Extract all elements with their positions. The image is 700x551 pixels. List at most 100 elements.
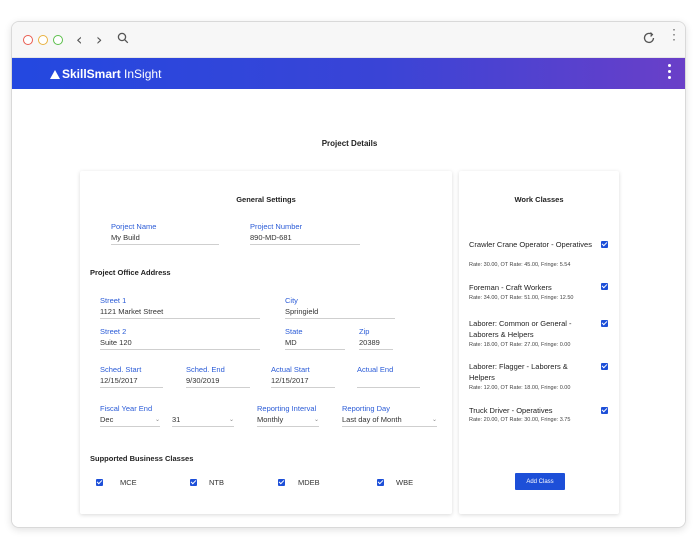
- zip-field[interactable]: Zip 20389: [359, 327, 393, 350]
- project-number-input[interactable]: 890-MD-681: [250, 232, 360, 245]
- app-menu-icon[interactable]: [668, 64, 672, 82]
- fiscal-month-value: Dec: [100, 415, 114, 424]
- app-logo[interactable]: SkillSmart InSight: [50, 67, 161, 81]
- actual-end-label: Actual End: [357, 365, 394, 374]
- wbe-label: WBE: [396, 478, 414, 487]
- sched-start-input[interactable]: 12/15/2017: [100, 375, 163, 388]
- reporting-day-select[interactable]: Last day of Month ⌄: [342, 414, 437, 427]
- chevron-down-icon: ⌄: [154, 416, 160, 423]
- browser-window: ‹ › ⋮ SkillSmart InSight Project Details…: [11, 21, 686, 528]
- work-class-name: Laborer: Common or General - Laborers & …: [469, 319, 572, 339]
- logo-triangle-icon: [50, 69, 60, 79]
- business-classes-title: Supported Business Classes: [90, 454, 194, 463]
- close-window-dot[interactable]: [23, 35, 33, 45]
- street2-input[interactable]: Suite 120: [100, 337, 260, 350]
- work-class-checkbox[interactable]: [601, 363, 608, 370]
- reporting-day-field[interactable]: Reporting Day Last day of Month ⌄: [342, 404, 437, 427]
- sched-end-input[interactable]: 9/30/2019: [186, 375, 250, 388]
- project-settings-card: General Settings Porject Name My Build P…: [80, 171, 452, 514]
- sched-end-field[interactable]: Sched. End 9/30/2019: [186, 365, 250, 388]
- project-number-field[interactable]: Project Number 890-MD-681: [250, 222, 360, 245]
- work-class-checkbox[interactable]: [601, 241, 608, 248]
- chevron-down-icon: ⌄: [431, 416, 437, 423]
- logo-prefix: SkillSmart: [62, 67, 121, 81]
- sched-start-field[interactable]: Sched. Start 12/15/2017: [100, 365, 163, 388]
- sched-start-label: Sched. Start: [100, 365, 142, 374]
- logo-suffix: InSight: [120, 67, 162, 81]
- work-class-rates: Rate: 34.00, OT Rate: 51.00, Fringe: 12.…: [469, 295, 574, 301]
- city-label: City: [285, 296, 298, 305]
- zip-input[interactable]: 20389: [359, 337, 393, 350]
- work-class-checkbox[interactable]: [601, 407, 608, 414]
- main-content: Project Details General Settings Porject…: [12, 89, 685, 527]
- actual-start-input[interactable]: 12/15/2017: [271, 375, 335, 388]
- maximize-window-dot[interactable]: [53, 35, 63, 45]
- work-class-name: Crawler Crane Operator - Operatives: [469, 240, 592, 249]
- address-bar[interactable]: [113, 30, 656, 50]
- minimize-window-dot[interactable]: [38, 35, 48, 45]
- page-title: Project Details: [321, 139, 378, 148]
- app-header: SkillSmart InSight: [12, 58, 685, 89]
- ntb-label: NTB: [209, 478, 224, 487]
- chevron-down-icon: ⌄: [228, 416, 234, 423]
- work-class-name: Foreman - Craft Workers: [469, 283, 552, 292]
- fiscal-month-field[interactable]: Fiscal Year End Dec ⌄: [100, 404, 160, 427]
- actual-end-field[interactable]: Actual End: [357, 365, 420, 388]
- state-input[interactable]: MD: [285, 337, 345, 350]
- work-class-name: Truck Driver - Operatives: [469, 406, 553, 415]
- reporting-interval-value: Monthly: [257, 415, 284, 424]
- street1-input[interactable]: 1121 Market Street: [100, 306, 260, 319]
- project-name-label: Porject Name: [111, 222, 157, 231]
- chevron-down-icon: ⌄: [313, 416, 319, 423]
- more-vertical-icon[interactable]: ⋮: [667, 27, 681, 41]
- work-class-rates: Rate: 18.00, OT Rate: 27.00, Fringe: 0.0…: [469, 342, 571, 348]
- work-classes-title: Work Classes: [514, 195, 564, 204]
- street2-label: Street 2: [100, 327, 127, 336]
- browser-toolbar: ‹ › ⋮: [12, 22, 685, 58]
- city-input[interactable]: Springield: [285, 306, 395, 319]
- street1-field[interactable]: Street 1 1121 Market Street: [100, 296, 260, 319]
- zip-label: Zip: [359, 327, 370, 336]
- city-field[interactable]: City Springield: [285, 296, 395, 319]
- back-icon[interactable]: ‹: [76, 31, 82, 49]
- actual-start-field[interactable]: Actual Start 12/15/2017: [271, 365, 335, 388]
- reporting-day-label: Reporting Day: [342, 404, 390, 413]
- work-classes-card: Work Classes Crawler Crane Operator - Op…: [459, 171, 619, 514]
- actual-start-label: Actual Start: [271, 365, 310, 374]
- reporting-day-value: Last day of Month: [342, 415, 402, 424]
- mdeb-label: MDEB: [298, 478, 320, 487]
- ntb-checkbox[interactable]: [190, 479, 197, 486]
- state-field[interactable]: State MD: [285, 327, 345, 350]
- project-name-input[interactable]: My Build: [111, 232, 219, 245]
- project-name-field[interactable]: Porject Name My Build: [111, 222, 219, 245]
- forward-icon[interactable]: ›: [96, 31, 102, 49]
- work-class-rates: Rate: 20.00, OT Rate: 30.00, Fringe: 3.7…: [469, 417, 571, 423]
- reporting-interval-label: Reporting Interval: [257, 404, 317, 413]
- work-class-checkbox[interactable]: [601, 320, 608, 327]
- reporting-interval-select[interactable]: Monthly ⌄: [257, 414, 319, 427]
- street2-field[interactable]: Street 2 Suite 120: [100, 327, 260, 350]
- street1-label: Street 1: [100, 296, 127, 305]
- fiscal-day-select[interactable]: 31 ⌄: [172, 414, 234, 427]
- work-class-name: Laborer: Flagger - Laborers & Helpers: [469, 362, 568, 382]
- fiscal-year-end-label: Fiscal Year End: [100, 404, 153, 413]
- project-number-label: Project Number: [250, 222, 303, 231]
- general-settings-title: General Settings: [236, 195, 296, 204]
- work-class-rates: Rate: 12.00, OT Rate: 18.00, Fringe: 0.0…: [469, 385, 571, 391]
- mce-label: MCE: [120, 478, 137, 487]
- state-label: State: [285, 327, 303, 336]
- refresh-icon[interactable]: [642, 31, 656, 45]
- fiscal-month-select[interactable]: Dec ⌄: [100, 414, 160, 427]
- add-class-button[interactable]: Add Class: [515, 473, 565, 490]
- fiscal-day-value: 31: [172, 415, 181, 424]
- mce-checkbox[interactable]: [96, 479, 103, 486]
- work-class-rates: Rate: 30.00, OT Rate: 45.00, Fringe: 5.5…: [469, 262, 571, 268]
- wbe-checkbox[interactable]: [377, 479, 384, 486]
- mdeb-checkbox[interactable]: [278, 479, 285, 486]
- fiscal-day-field[interactable]: 31 ⌄: [172, 404, 234, 427]
- work-class-checkbox[interactable]: [601, 283, 608, 290]
- sched-end-label: Sched. End: [186, 365, 225, 374]
- actual-end-input[interactable]: [357, 375, 420, 388]
- search-icon: [117, 32, 129, 44]
- reporting-interval-field[interactable]: Reporting Interval Monthly ⌄: [257, 404, 319, 427]
